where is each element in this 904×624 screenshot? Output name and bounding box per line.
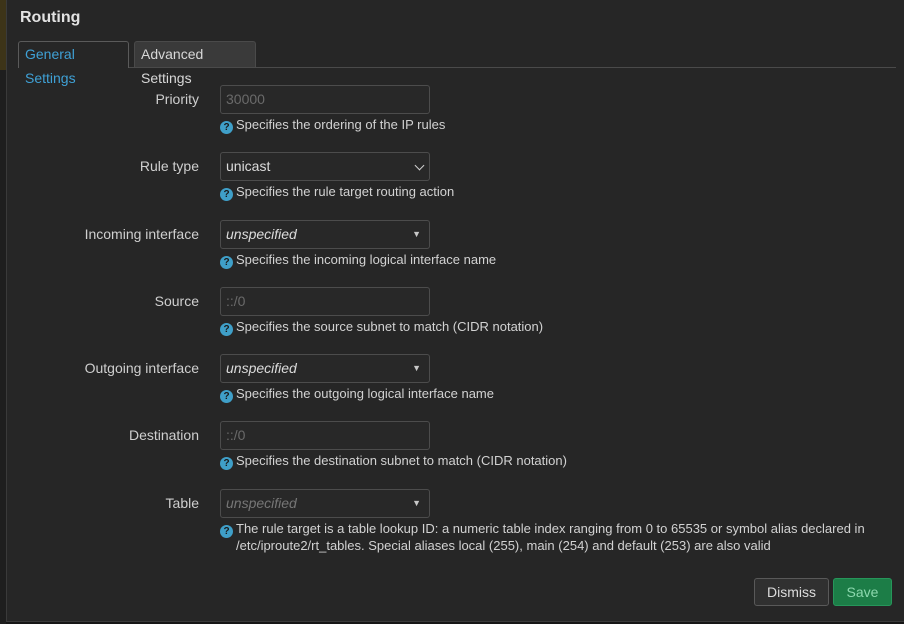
question-circle-icon: ? <box>220 188 233 201</box>
outgoing-interface-label: Outgoing interface <box>84 360 199 376</box>
source-input[interactable]: ::/0 <box>220 287 430 316</box>
outgoing-interface-select[interactable]: unspecified ▼ <box>220 354 430 383</box>
priority-label: Priority <box>155 91 199 107</box>
priority-help-text: Specifies the ordering of the IP rules <box>236 117 446 132</box>
question-circle-icon: ? <box>220 457 233 470</box>
table-label: Table <box>165 495 199 511</box>
outgoing-interface-help-text: Specifies the outgoing logical interface… <box>236 386 494 401</box>
source-help: ? Specifies the source subnet to match (C… <box>220 319 892 336</box>
dismiss-button[interactable]: Dismiss <box>754 578 829 606</box>
table-help: ? The rule target is a table lookup ID: a… <box>220 521 892 554</box>
destination-input[interactable]: ::/0 <box>220 421 430 450</box>
question-circle-icon: ? <box>220 121 233 134</box>
table-help-text: The rule target is a table lookup ID: a … <box>236 521 865 553</box>
tab-general-settings[interactable]: General Settings <box>18 41 129 86</box>
source-label: Source <box>154 293 199 309</box>
tab-bar: General Settings Advanced Settings <box>18 41 896 86</box>
rule-type-select[interactable]: unicast <box>220 152 430 181</box>
rule-type-value: unicast <box>226 158 271 174</box>
outgoing-interface-help: ? Specifies the outgoing logical interfac… <box>220 386 892 403</box>
rule-type-help: ? Specifies the rule target routing actio… <box>220 184 892 201</box>
incoming-interface-help: ? Specifies the incoming logical interfac… <box>220 252 892 269</box>
incoming-interface-value: unspecified <box>226 226 297 242</box>
outgoing-interface-value: unspecified <box>226 360 297 376</box>
destination-help: ? Specifies the destination subnet to mat… <box>220 453 892 470</box>
incoming-interface-select[interactable]: unspecified ▼ <box>220 220 430 249</box>
destination-label: Destination <box>128 427 199 443</box>
question-circle-icon: ? <box>220 525 233 538</box>
rule-type-label: Rule type <box>139 158 199 174</box>
chevron-down-icon <box>414 160 425 171</box>
destination-help-text: Specifies the destination subnet to matc… <box>236 453 567 468</box>
table-value: unspecified <box>226 495 297 511</box>
question-circle-icon: ? <box>220 256 233 269</box>
modal-title: Routing <box>20 9 81 26</box>
caret-down-icon: ▼ <box>412 363 421 373</box>
priority-input[interactable]: 30000 <box>220 85 430 114</box>
tab-advanced-settings[interactable]: Advanced Settings <box>134 41 256 86</box>
caret-down-icon: ▼ <box>412 229 421 239</box>
question-circle-icon: ? <box>220 323 233 336</box>
rule-type-help-text: Specifies the rule target routing action <box>236 184 455 199</box>
incoming-interface-label: Incoming interface <box>84 226 199 242</box>
caret-down-icon: ▼ <box>412 498 421 508</box>
incoming-interface-help-text: Specifies the incoming logical interface… <box>236 252 497 267</box>
question-circle-icon: ? <box>220 390 233 403</box>
save-button[interactable]: Save <box>833 578 892 606</box>
source-help-text: Specifies the source subnet to match (CI… <box>236 319 544 334</box>
table-select[interactable]: unspecified ▼ <box>220 489 430 518</box>
priority-help: ? Specifies the ordering of the IP rules <box>220 117 892 134</box>
routing-modal: Routing General Settings Advanced Settin… <box>6 0 904 622</box>
